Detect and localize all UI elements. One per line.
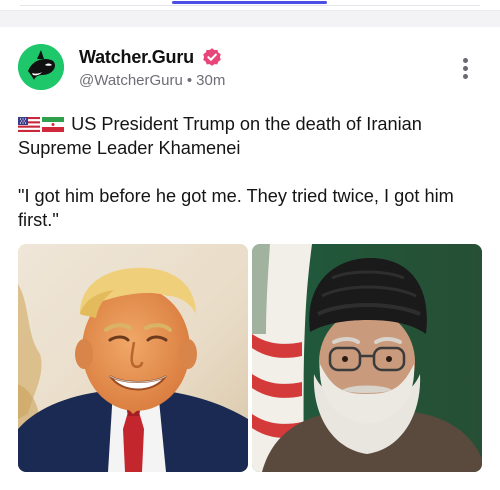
us-flag-icon xyxy=(18,117,40,132)
post-quote: "I got him before he got me. They tried … xyxy=(18,186,454,230)
more-options-button[interactable] xyxy=(458,56,474,82)
post-headline-text: US President Trump on the death of Irani… xyxy=(18,114,422,158)
author-handle[interactable]: @WatcherGuru xyxy=(79,72,183,89)
more-options-icon xyxy=(463,58,468,63)
photo-illustration xyxy=(18,244,248,472)
post-body: US President Trump on the death of Irani… xyxy=(18,112,488,232)
post-image-trump[interactable] xyxy=(18,244,248,472)
photo-illustration xyxy=(252,244,482,472)
author-avatar[interactable] xyxy=(18,44,64,90)
iran-flag-icon xyxy=(42,117,64,132)
post-time[interactable]: 30m xyxy=(196,72,225,89)
more-options-dot xyxy=(463,74,468,79)
post-headline: US President Trump on the death of Irani… xyxy=(18,112,488,160)
author-name-row: Watcher.Guru xyxy=(79,45,223,69)
top-tab-strip xyxy=(0,0,500,10)
tab-strip-line xyxy=(20,5,480,6)
feed-divider xyxy=(0,10,500,27)
post-card[interactable]: Watcher.Guru @WatcherGuru • 30m US Presi… xyxy=(0,26,500,490)
orca-logo-icon xyxy=(18,44,64,90)
author-name[interactable]: Watcher.Guru xyxy=(79,47,194,68)
verified-badge-icon xyxy=(201,46,223,68)
active-tab-indicator[interactable] xyxy=(172,1,327,4)
more-options-dot xyxy=(463,66,468,71)
meta-separator: • xyxy=(186,72,193,89)
post-image-khamenei[interactable] xyxy=(252,244,482,472)
author-meta: @WatcherGuru • 30m xyxy=(79,72,225,89)
